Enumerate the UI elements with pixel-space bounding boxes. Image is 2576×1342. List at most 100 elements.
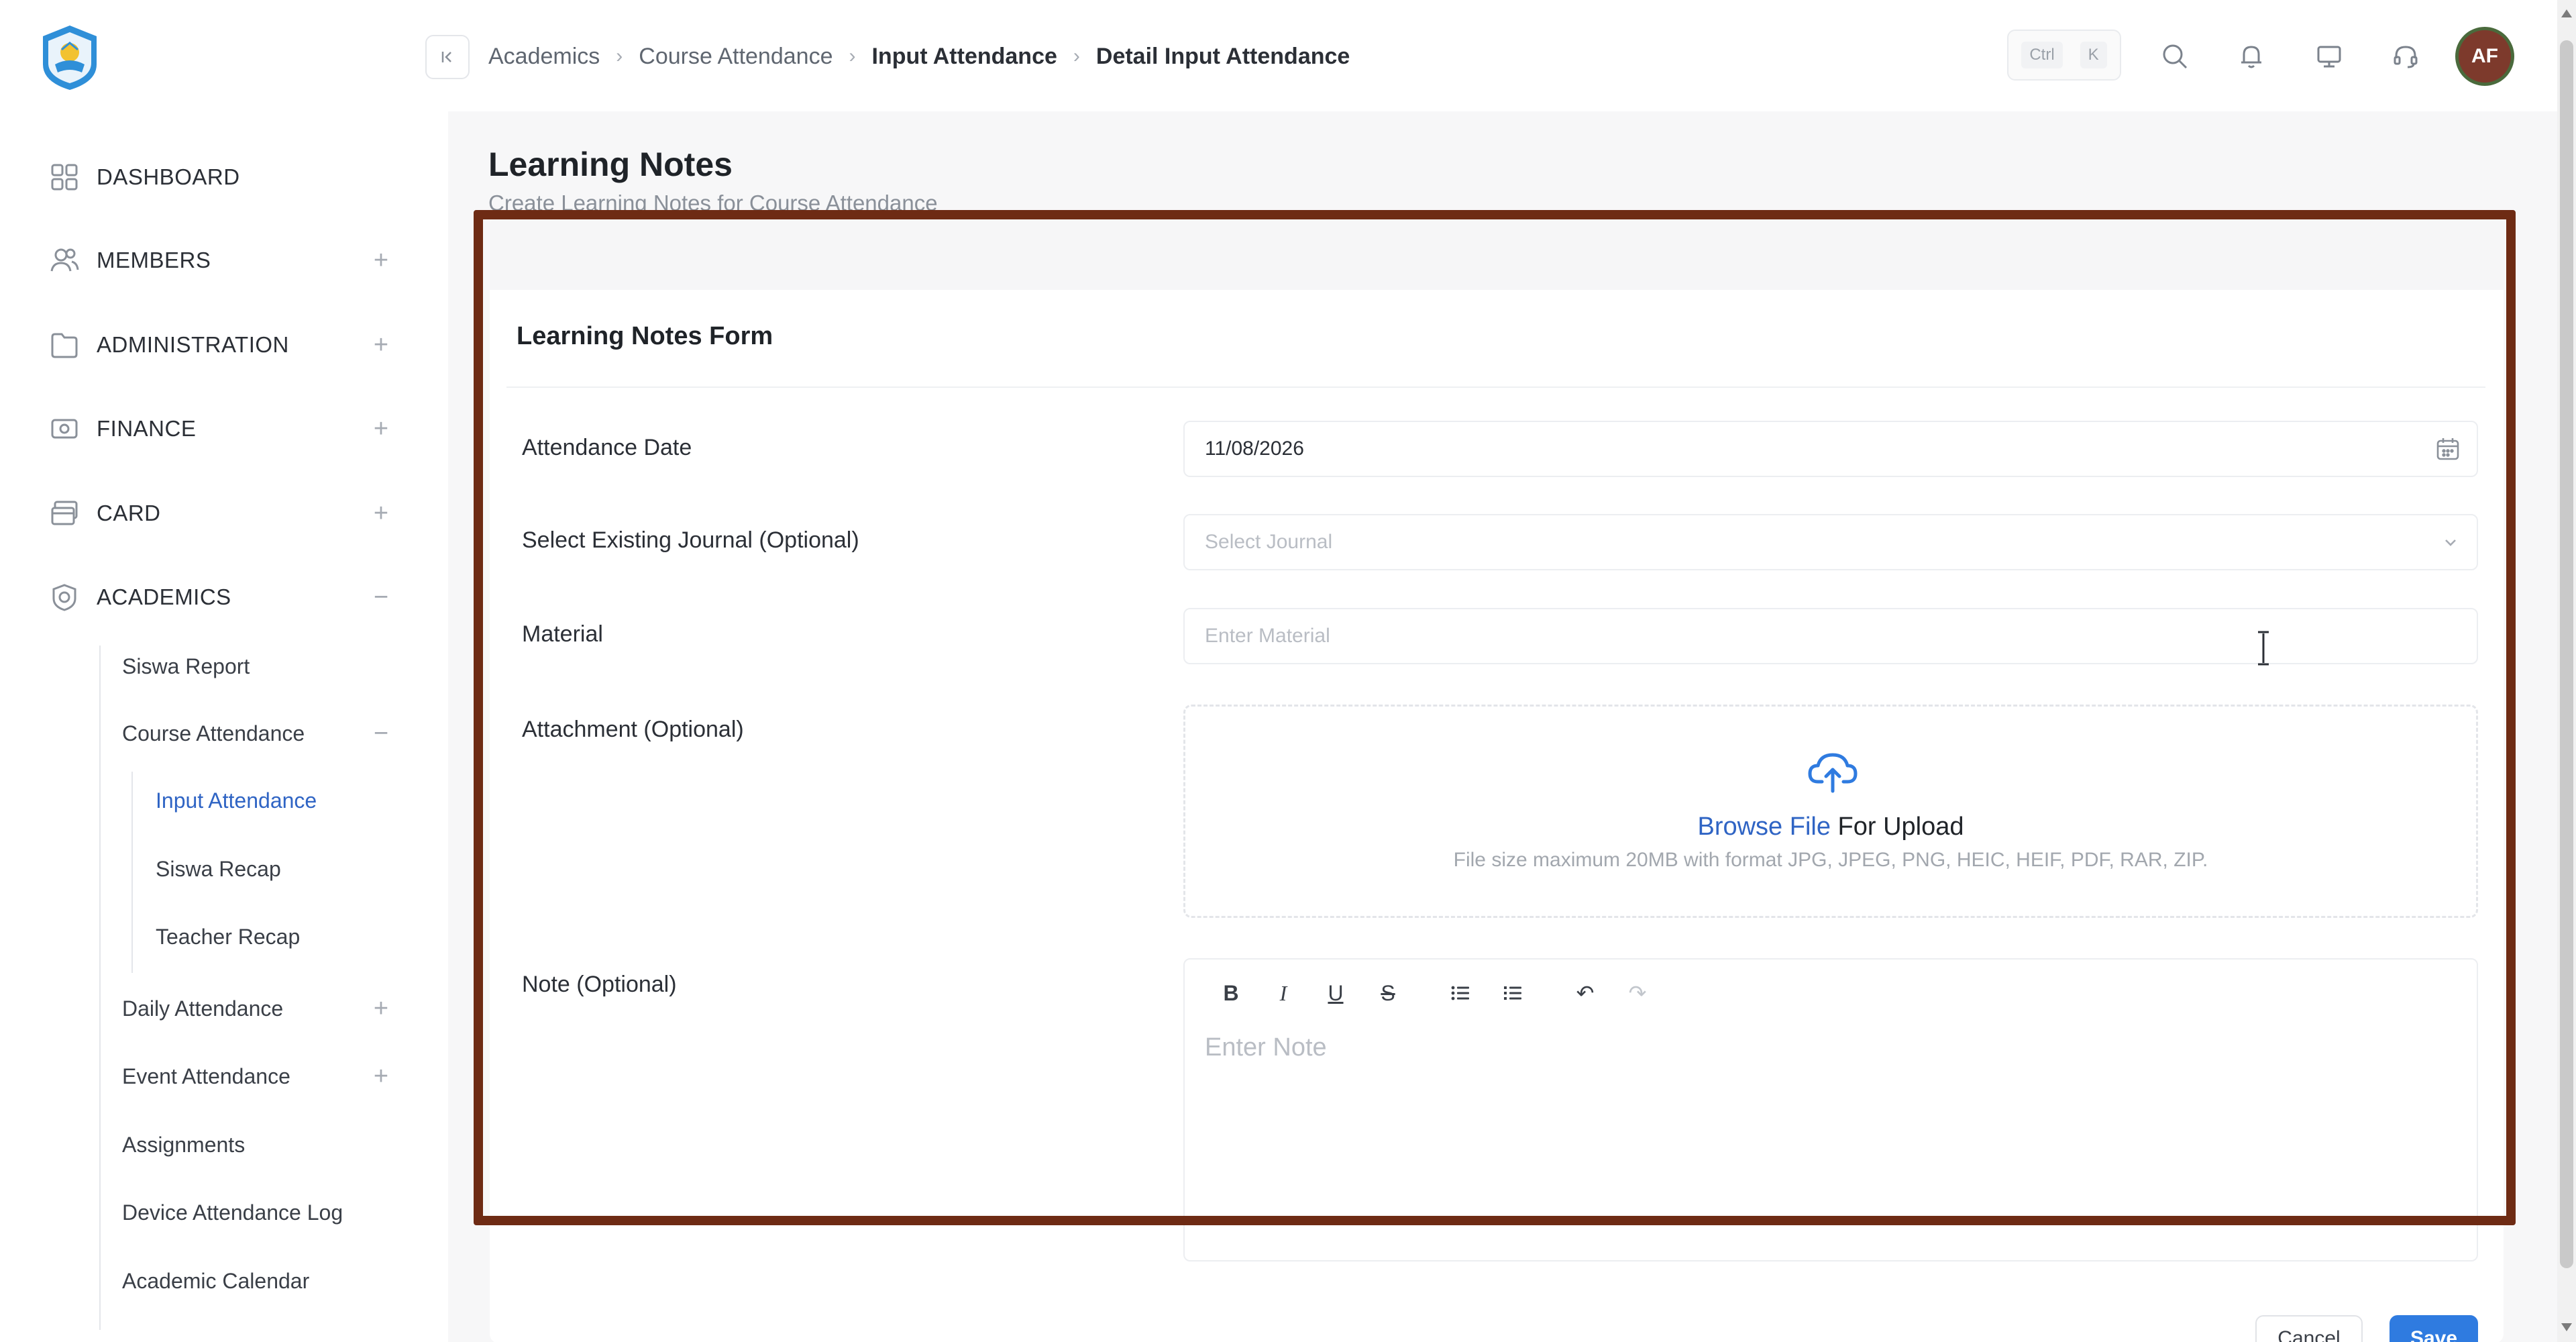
cloud-upload-icon	[1808, 753, 1858, 793]
calendar-icon[interactable]	[2435, 422, 2461, 476]
sidebar-item-label: Daily Attendance	[122, 996, 284, 1021]
attendance-date-field[interactable]: 11/08/2026	[1183, 421, 2478, 477]
bullet-list-icon	[1451, 986, 1469, 1000]
headset-icon[interactable]	[2388, 39, 2423, 74]
editor-toolbar: B I U S ↶ ↷	[1205, 973, 1664, 1013]
folder-icon	[47, 327, 82, 362]
scroll-up-icon[interactable]	[2561, 9, 2572, 17]
sidebar-item-input-attendance[interactable]: Input Attendance	[156, 782, 396, 819]
page-subtitle: Create Learning Notes for Course Attenda…	[488, 191, 938, 215]
journal-select[interactable]: Select Journal	[1183, 514, 2478, 570]
expand-icon[interactable]: +	[366, 1058, 396, 1094]
material-input[interactable]: Enter Material	[1183, 608, 2478, 664]
breadcrumb-input-attendance[interactable]: Input Attendance	[871, 44, 1057, 70]
sidebar-item-finance[interactable]: FINANCE +	[47, 409, 396, 449]
expand-icon[interactable]: +	[366, 325, 396, 365]
chevron-down-icon	[2440, 515, 2461, 569]
upload-prompt-suffix: For Upload	[1830, 813, 1964, 841]
numbered-list-icon	[1504, 986, 1521, 1000]
sidebar-item-card[interactable]: CARD +	[47, 493, 396, 533]
collapse-icon[interactable]: −	[366, 715, 396, 752]
sidebar-item-teacher-recap[interactable]: Teacher Recap	[156, 919, 396, 955]
sidebar-item-dashboard[interactable]: DASHBOARD	[47, 157, 396, 197]
page-scrollbar[interactable]	[2557, 0, 2576, 1342]
sidebar-item-label: Siswa Recap	[156, 856, 281, 881]
collapse-icon[interactable]: −	[366, 577, 396, 617]
expand-icon[interactable]: +	[366, 409, 396, 449]
redo-button[interactable]: ↷	[1611, 973, 1664, 1013]
file-dropzone[interactable]: Browse File For Upload File size maximum…	[1183, 705, 2478, 918]
sidebar-item-administration[interactable]: ADMINISTRATION +	[47, 325, 396, 365]
sidebar-item-siswa-report[interactable]: Siswa Report	[122, 648, 396, 684]
breadcrumb-course-attendance[interactable]: Course Attendance	[639, 44, 833, 70]
sidebar-item-label: Input Attendance	[156, 788, 317, 813]
user-avatar[interactable]: AF	[2455, 27, 2514, 86]
sidebar-item-academics[interactable]: ACADEMICS −	[47, 577, 396, 617]
sidebar-item-label: FINANCE	[97, 416, 197, 441]
italic-button[interactable]: I	[1257, 973, 1309, 1013]
sidebar-item-label: Event Attendance	[122, 1064, 290, 1088]
expand-icon[interactable]: +	[366, 240, 396, 280]
breadcrumb: Academics › Course Attendance › Input At…	[488, 38, 1350, 75]
grid-icon	[47, 160, 82, 195]
expand-icon[interactable]: +	[366, 493, 396, 533]
material-placeholder: Enter Material	[1205, 625, 1330, 647]
collapse-sidebar-button[interactable]	[425, 35, 470, 79]
expand-icon[interactable]: +	[366, 990, 396, 1027]
card-icon	[47, 496, 82, 531]
undo-button[interactable]: ↶	[1559, 973, 1611, 1013]
sidebar-item-daily-attendance[interactable]: Daily Attendance +	[122, 990, 396, 1027]
sidebar-item-label: Assignments	[122, 1132, 246, 1157]
numbered-list-button[interactable]	[1487, 973, 1539, 1013]
note-editor[interactable]: B I U S ↶ ↷ Enter Note	[1183, 958, 2478, 1261]
card-header-strip	[490, 216, 2504, 290]
bell-icon[interactable]	[2234, 39, 2269, 74]
sidebar-item-label: MEMBERS	[97, 248, 211, 272]
sidebar-item-members[interactable]: MEMBERS +	[47, 240, 396, 280]
sidebar-item-label: ACADEMICS	[97, 584, 231, 609]
collapse-left-icon	[441, 52, 451, 62]
monitor-icon[interactable]	[2312, 39, 2347, 74]
journal-placeholder: Select Journal	[1205, 531, 1333, 553]
breadcrumb-academics[interactable]: Academics	[488, 44, 600, 70]
money-icon	[47, 411, 82, 446]
cancel-button[interactable]: Cancel	[2255, 1315, 2363, 1342]
sidebar: DASHBOARD MEMBERS + ADMINISTRATION + FIN…	[0, 0, 448, 1342]
sidebar-item-label: Device Attendance Log	[122, 1200, 343, 1225]
badge-icon	[47, 580, 82, 615]
sidebar-item-label: CARD	[97, 501, 161, 525]
sidebar-item-course-attendance[interactable]: Course Attendance −	[122, 715, 396, 752]
strikethrough-button[interactable]: S	[1362, 973, 1414, 1013]
scroll-thumb[interactable]	[2560, 40, 2573, 1268]
breadcrumb-detail-input-attendance: Detail Input Attendance	[1095, 43, 1350, 69]
upload-prompt: Browse File For Upload	[1185, 813, 2476, 841]
sidebar-item-label: Siswa Report	[122, 654, 250, 678]
kbd-k: K	[2080, 42, 2107, 68]
scroll-down-icon[interactable]	[2561, 1323, 2572, 1331]
attendance-date-label: Attendance Date	[522, 435, 692, 460]
bullet-list-button[interactable]	[1434, 973, 1487, 1013]
attendance-date-value: 11/08/2026	[1205, 437, 1304, 460]
note-placeholder: Enter Note	[1205, 1033, 1327, 1062]
school-logo[interactable]	[35, 23, 105, 93]
search-shortcut[interactable]: Ctrl K	[2007, 30, 2121, 81]
sidebar-item-academic-calendar[interactable]: Academic Calendar	[122, 1263, 396, 1299]
underline-button[interactable]: U	[1309, 973, 1362, 1013]
browse-file-link[interactable]: Browse File	[1697, 813, 1831, 841]
bold-button[interactable]: B	[1205, 973, 1257, 1013]
kbd-ctrl: Ctrl	[2021, 42, 2063, 68]
sidebar-item-label: DASHBOARD	[97, 164, 240, 189]
page-title: Learning Notes	[488, 146, 733, 183]
note-label: Note (Optional)	[522, 972, 677, 997]
save-button[interactable]: Save	[2390, 1315, 2478, 1342]
divider	[506, 386, 2485, 388]
sidebar-item-assignments[interactable]: Assignments	[122, 1127, 396, 1163]
search-icon[interactable]	[2157, 39, 2192, 74]
form-title: Learning Notes Form	[517, 322, 773, 350]
journal-label: Select Existing Journal (Optional)	[522, 527, 859, 553]
sidebar-item-event-attendance[interactable]: Event Attendance +	[122, 1058, 396, 1094]
sidebar-item-siswa-recap[interactable]: Siswa Recap	[156, 851, 396, 887]
sidebar-item-device-attendance-log[interactable]: Device Attendance Log	[122, 1194, 396, 1231]
attachment-label: Attachment (Optional)	[522, 717, 744, 742]
chevron-right-icon: ›	[1073, 45, 1080, 67]
